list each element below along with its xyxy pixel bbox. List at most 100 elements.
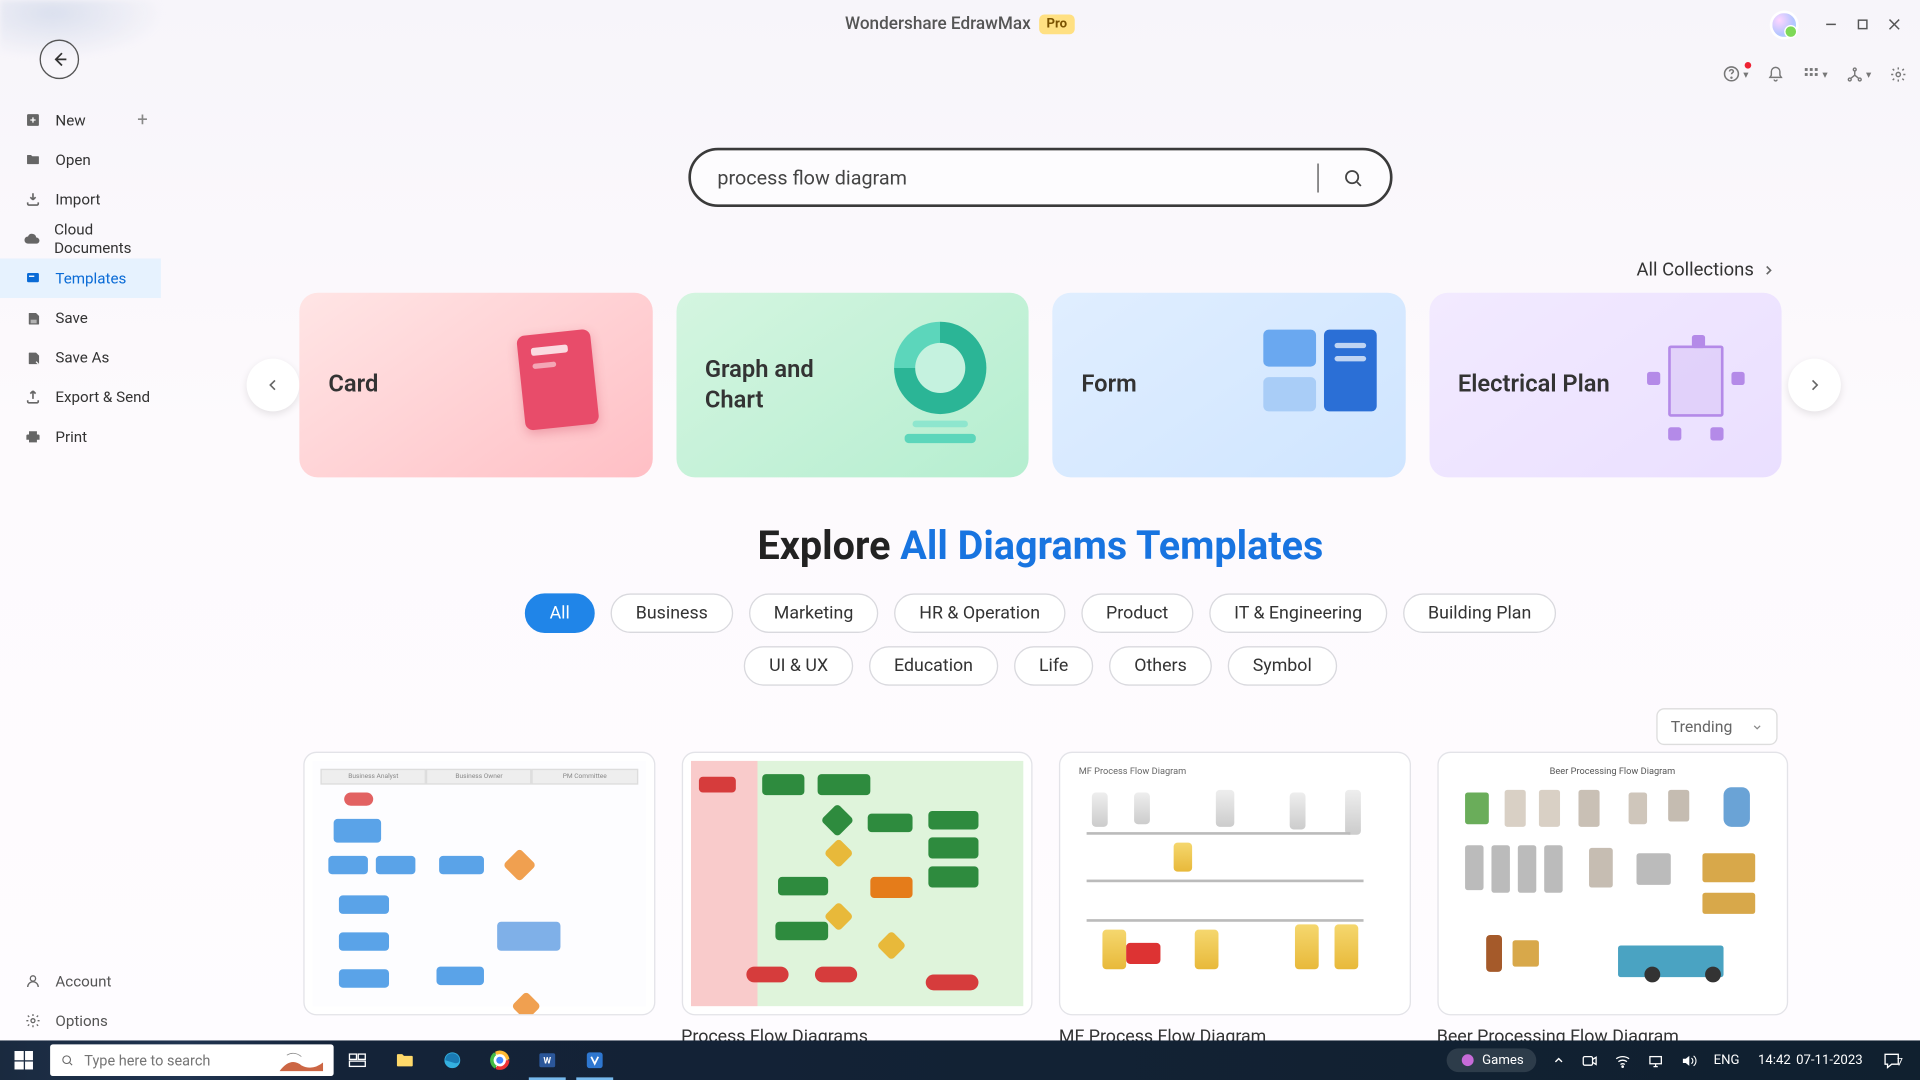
- sidebar-item-options[interactable]: Options: [0, 1001, 161, 1041]
- template-mf-process-flow[interactable]: MF Process Flow Diagram: [1059, 752, 1410, 1041]
- tray-language[interactable]: ENG: [1706, 1053, 1748, 1068]
- filter-tag-it-engineering[interactable]: IT & Engineering: [1209, 593, 1387, 633]
- filter-tag-life[interactable]: Life: [1014, 646, 1093, 686]
- sidebar-label: Print: [55, 427, 87, 445]
- search-icon[interactable]: [1342, 167, 1363, 188]
- tray-notifications[interactable]: 7: [1873, 1050, 1920, 1070]
- save-as-icon: [24, 350, 42, 365]
- sidebar-item-cloud-documents[interactable]: Cloud Documents: [0, 219, 161, 259]
- tray-clock[interactable]: 14:4207-11-2023: [1747, 1053, 1873, 1068]
- share-icon[interactable]: ▾: [1846, 65, 1871, 82]
- sidebar-label: Cloud Documents: [54, 220, 161, 257]
- taskbar-search-input[interactable]: [84, 1052, 269, 1069]
- title-bar: Wondershare EdrawMax Pro: [0, 0, 1920, 47]
- all-collections-label: All Collections: [1637, 260, 1754, 281]
- category-label: Graph and Chart: [705, 354, 863, 416]
- sidebar-item-save[interactable]: Save: [0, 298, 161, 338]
- templates-icon: [24, 270, 42, 286]
- tray-volume-icon[interactable]: [1673, 1052, 1706, 1069]
- import-icon: [24, 191, 42, 207]
- maximize-button[interactable]: [1846, 8, 1878, 40]
- tray-wifi-icon[interactable]: [1607, 1052, 1640, 1069]
- template-thumbnail: [681, 752, 1032, 1016]
- sidebar-label: Templates: [55, 269, 126, 287]
- pro-badge: Pro: [1039, 14, 1075, 34]
- category-electrical-plan[interactable]: Electrical Plan: [1429, 293, 1782, 478]
- sidebar-item-templates[interactable]: Templates: [0, 258, 161, 298]
- windows-logo-icon: [15, 1051, 33, 1069]
- sidebar-label: Open: [55, 150, 90, 168]
- tray-show-hidden[interactable]: [1545, 1054, 1574, 1067]
- form-illustration-icon: [1257, 322, 1376, 449]
- apps-grid-icon[interactable]: ▾: [1803, 65, 1828, 82]
- template-process-flow-diagrams[interactable]: Process Flow Diagrams: [681, 752, 1032, 1041]
- help-button[interactable]: ▾: [1722, 65, 1748, 83]
- filter-tag-product[interactable]: Product: [1081, 593, 1193, 633]
- taskbar-file-explorer[interactable]: [381, 1040, 428, 1080]
- taskbar-word[interactable]: W: [524, 1040, 571, 1080]
- explore-heading: Explore All Diagrams Templates: [161, 524, 1920, 570]
- folder-icon: [24, 152, 42, 168]
- sidebar-item-export[interactable]: Export & Send: [0, 377, 161, 417]
- sidebar-item-open[interactable]: Open: [0, 140, 161, 180]
- taskbar-edge[interactable]: [429, 1040, 476, 1080]
- taskbar-edrawmax[interactable]: [571, 1040, 618, 1080]
- sidebar-item-account[interactable]: Account: [0, 961, 161, 1001]
- close-button[interactable]: [1878, 8, 1910, 40]
- tray-meet-now-icon[interactable]: [1574, 1052, 1607, 1069]
- user-avatar[interactable]: [1770, 11, 1799, 40]
- sidebar-label: Save: [55, 309, 87, 327]
- windows-taskbar: W Games ENG 14:4207-11-2023 7: [0, 1040, 1920, 1080]
- print-icon: [24, 429, 42, 445]
- category-graph-chart[interactable]: Graph and Chart: [676, 293, 1029, 478]
- settings-gear-icon[interactable]: [1890, 65, 1907, 82]
- template-card[interactable]: Business AnalystBusiness OwnerPM Committ…: [303, 752, 654, 1041]
- filter-tag-marketing[interactable]: Marketing: [749, 593, 879, 633]
- all-collections-link[interactable]: All Collections: [1637, 260, 1775, 281]
- sidebar-item-print[interactable]: Print: [0, 417, 161, 457]
- search-icon: [61, 1052, 74, 1068]
- template-beer-processing-flow[interactable]: Beer Processing Flow Diagram: [1437, 752, 1788, 1041]
- search-decoration-icon: [279, 1047, 323, 1073]
- main-content: All Collections Card Graph and Chart For…: [161, 95, 1920, 1041]
- filter-tag-education[interactable]: Education: [869, 646, 998, 686]
- filter-tag-hr-operation[interactable]: HR & Operation: [894, 593, 1065, 633]
- category-form[interactable]: Form: [1052, 293, 1405, 478]
- search-input[interactable]: [717, 165, 1317, 189]
- filter-tag-business[interactable]: Business: [611, 593, 733, 633]
- sidebar-item-new[interactable]: New +: [0, 100, 161, 140]
- taskbar-chrome[interactable]: [476, 1040, 523, 1080]
- sidebar-item-save-as[interactable]: Save As: [0, 338, 161, 378]
- back-button[interactable]: [40, 40, 80, 80]
- filter-tags-row-1: All Business Marketing HR & Operation Pr…: [161, 593, 1920, 633]
- filter-tags-row-2: UI & UX Education Life Others Symbol: [161, 646, 1920, 686]
- filter-tag-symbol[interactable]: Symbol: [1228, 646, 1337, 686]
- sidebar: New + Open Import Cloud Documents Templa…: [0, 100, 161, 1040]
- taskbar-search[interactable]: [50, 1044, 334, 1076]
- filter-tag-building-plan[interactable]: Building Plan: [1403, 593, 1556, 633]
- add-icon[interactable]: +: [137, 109, 147, 130]
- sort-dropdown[interactable]: Trending: [1656, 708, 1777, 745]
- taskbar-task-view[interactable]: [334, 1040, 381, 1080]
- chevron-right-icon: [1762, 264, 1775, 277]
- tray-games[interactable]: Games: [1439, 1048, 1545, 1072]
- search-box[interactable]: [688, 148, 1392, 207]
- minimize-button[interactable]: [1815, 8, 1847, 40]
- filter-tag-all[interactable]: All: [525, 593, 595, 633]
- system-tray: Games ENG 14:4207-11-2023 7: [1439, 1040, 1920, 1080]
- template-thumbnail: Business AnalystBusiness OwnerPM Committ…: [303, 752, 654, 1016]
- sidebar-label: Account: [55, 972, 111, 990]
- start-button[interactable]: [0, 1040, 47, 1080]
- filter-tag-ui-ux[interactable]: UI & UX: [744, 646, 853, 686]
- export-icon: [24, 389, 42, 405]
- filter-tag-others[interactable]: Others: [1109, 646, 1212, 686]
- carousel-prev-button[interactable]: [247, 359, 300, 412]
- tray-network-icon[interactable]: [1640, 1052, 1673, 1069]
- svg-text:W: W: [543, 1057, 551, 1067]
- carousel-next-button[interactable]: [1788, 359, 1841, 412]
- electrical-illustration-icon: [1634, 322, 1753, 449]
- sidebar-item-import[interactable]: Import: [0, 179, 161, 219]
- category-card[interactable]: Card: [299, 293, 652, 478]
- template-title: Beer Processing Flow Diagram: [1437, 1026, 1788, 1041]
- notification-bell-icon[interactable]: [1767, 65, 1784, 82]
